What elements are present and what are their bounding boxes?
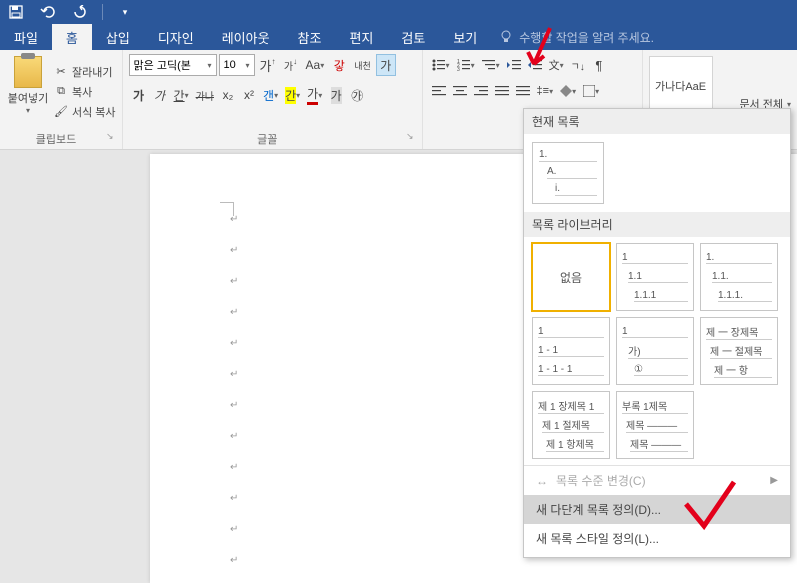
tab-home[interactable]: 홈 bbox=[52, 24, 92, 50]
clipboard-icon bbox=[14, 56, 42, 88]
list-library-item[interactable]: 1.1.1.1.1.1. bbox=[700, 243, 778, 311]
quick-access-toolbar: ▾ bbox=[0, 0, 797, 24]
redo-icon[interactable] bbox=[70, 2, 90, 22]
distribute-button[interactable] bbox=[513, 80, 533, 102]
svg-text:3: 3 bbox=[457, 67, 460, 71]
align-center-button[interactable] bbox=[450, 80, 470, 102]
font-size-combo[interactable]: 10 ▾ bbox=[219, 54, 255, 76]
tab-file[interactable]: 파일 bbox=[0, 24, 52, 50]
tab-design[interactable]: 디자인 bbox=[144, 24, 208, 50]
lightbulb-icon bbox=[499, 30, 513, 44]
character-border-button[interactable]: 가 bbox=[376, 54, 396, 76]
numbering-button[interactable]: 123▾ bbox=[454, 54, 478, 76]
phonetic-guide-button[interactable]: 내천 bbox=[351, 54, 374, 76]
highlight-button[interactable]: 간▾ bbox=[282, 84, 303, 106]
dialog-launcher-icon[interactable]: ↘ bbox=[106, 131, 114, 142]
ribbon-tabs: 파일 홈 삽입 디자인 레이아웃 참조 편지 검토 보기 수행할 작업을 알려 … bbox=[0, 24, 797, 50]
grow-font-button[interactable]: 가↑ bbox=[257, 54, 279, 76]
shading-button[interactable]: ▾ bbox=[557, 80, 579, 102]
subscript-button[interactable]: x₂ bbox=[218, 84, 238, 106]
brush-icon: 🖌 bbox=[54, 105, 68, 119]
bullets-button[interactable]: ▾ bbox=[429, 54, 453, 76]
group-clipboard: 붙여넣기 ▾ ✂ 잘라내기 ⧉ 복사 🖌 서식 복사 클립보드 ↘ bbox=[0, 50, 123, 149]
qat-customize-icon[interactable]: ▾ bbox=[115, 2, 135, 22]
save-icon[interactable] bbox=[6, 2, 26, 22]
text-effects-button[interactable]: 갠▾ bbox=[260, 84, 281, 106]
list-library-item[interactable]: 11 - 11 - 1 - 1 bbox=[532, 317, 610, 385]
increase-indent-button[interactable] bbox=[525, 54, 545, 76]
list-library-item[interactable]: 제 一 장제목제 一 절제목제 一 항 bbox=[700, 317, 778, 385]
clear-formatting-button[interactable]: 갛 bbox=[329, 54, 349, 76]
tell-me-search[interactable]: 수행할 작업을 알려 주세요. bbox=[499, 24, 654, 50]
tab-references[interactable]: 참조 bbox=[284, 24, 336, 50]
paste-label: 붙여넣기 bbox=[8, 90, 48, 106]
define-new-list-style-option[interactable]: 새 목록 스타일 정의(L)... bbox=[524, 524, 790, 553]
tab-mailings[interactable]: 편지 bbox=[335, 24, 387, 50]
chevron-down-icon: ▾ bbox=[246, 61, 250, 70]
group-font: 맑은 고딕(본▾ 10▾ 가↑ 가↓ Aa▾ 갛 내천 가 가 가 간▾ 가나 … bbox=[123, 50, 423, 149]
asian-layout-button[interactable]: 文▾ bbox=[546, 54, 567, 76]
italic-button[interactable]: 가 bbox=[150, 84, 170, 106]
enclose-characters-button[interactable]: ㉮ bbox=[347, 84, 367, 106]
justify-button[interactable] bbox=[492, 80, 512, 102]
cut-label: 잘라내기 bbox=[72, 64, 112, 80]
borders-button[interactable]: ▾ bbox=[580, 80, 602, 102]
current-list-preview[interactable]: 1. A. i. bbox=[532, 142, 604, 204]
chevron-down-icon: ▾ bbox=[208, 61, 212, 70]
font-name-value: 맑은 고딕(본 bbox=[134, 57, 191, 73]
dropdown-header-current: 현재 목록 bbox=[524, 109, 790, 134]
shrink-font-button[interactable]: 가↓ bbox=[281, 54, 301, 76]
list-library-item[interactable]: 1가)① bbox=[616, 317, 694, 385]
decrease-indent-button[interactable] bbox=[504, 54, 524, 76]
multilevel-list-button[interactable]: ▾ bbox=[479, 54, 503, 76]
format-painter-label: 서식 복사 bbox=[72, 104, 116, 120]
cut-button[interactable]: ✂ 잘라내기 bbox=[54, 64, 116, 80]
paste-button[interactable]: 붙여넣기 ▾ bbox=[6, 54, 50, 129]
scissors-icon: ✂ bbox=[54, 65, 68, 79]
font-size-value: 10 bbox=[224, 59, 236, 71]
tab-insert[interactable]: 삽입 bbox=[92, 24, 144, 50]
copy-icon: ⧉ bbox=[54, 85, 68, 99]
arrow-right-icon: ↔ bbox=[536, 474, 548, 488]
sort-button[interactable]: ㄱ↓ bbox=[568, 54, 588, 76]
group-font-label: 글꼴 bbox=[257, 134, 277, 146]
underline-button[interactable]: 간▾ bbox=[171, 84, 192, 106]
format-painter-button[interactable]: 🖌 서식 복사 bbox=[54, 104, 116, 120]
dropdown-header-library: 목록 라이브러리 bbox=[524, 212, 790, 237]
tab-review[interactable]: 검토 bbox=[387, 24, 439, 50]
align-left-button[interactable] bbox=[429, 80, 449, 102]
copy-button[interactable]: ⧉ 복사 bbox=[54, 84, 116, 100]
define-new-multilevel-list-option[interactable]: 새 다단계 목록 정의(D)... bbox=[524, 495, 790, 524]
copy-label: 복사 bbox=[72, 84, 92, 100]
list-library-grid: 없음 11.11.1.1 1.1.1.1.1.1. 11 - 11 - 1 - … bbox=[524, 237, 790, 465]
list-library-none[interactable]: 없음 bbox=[532, 243, 610, 311]
list-library-item[interactable]: 제 1 장제목 1제 1 절제목제 1 항제목 bbox=[532, 391, 610, 459]
character-shading-button[interactable]: 가 bbox=[326, 84, 346, 106]
chevron-down-icon: ▾ bbox=[26, 106, 30, 115]
strikethrough-button[interactable]: 가나 bbox=[193, 84, 217, 106]
show-marks-button[interactable]: ¶ bbox=[589, 54, 609, 76]
bold-button[interactable]: 가 bbox=[129, 84, 149, 106]
dialog-launcher-icon[interactable]: ↘ bbox=[406, 131, 414, 142]
style-preview-normal[interactable]: 가나다AaE bbox=[649, 56, 713, 116]
tell-me-placeholder: 수행할 작업을 알려 주세요. bbox=[519, 29, 654, 46]
superscript-button[interactable]: x² bbox=[239, 84, 259, 106]
left-margin-area bbox=[0, 150, 150, 583]
multilevel-list-dropdown: 현재 목록 1. A. i. 목록 라이브러리 없음 11.11.1.1 1.1… bbox=[523, 108, 791, 558]
change-case-button[interactable]: Aa▾ bbox=[303, 54, 328, 76]
chevron-right-icon: ▶ bbox=[770, 475, 778, 486]
line-spacing-button[interactable]: ‡≡▾ bbox=[534, 80, 557, 102]
change-list-level-option: ↔ 목록 수준 변경(C) ▶ bbox=[524, 466, 790, 495]
undo-icon[interactable] bbox=[38, 2, 58, 22]
paragraph-marks: ↵↵↵↵↵↵↵↵↵↵↵↵ bbox=[230, 214, 238, 566]
font-color-button[interactable]: 가▾ bbox=[304, 84, 325, 106]
align-right-button[interactable] bbox=[471, 80, 491, 102]
group-clipboard-label: 클립보드 bbox=[36, 134, 76, 146]
tab-layout[interactable]: 레이아웃 bbox=[208, 24, 284, 50]
font-name-combo[interactable]: 맑은 고딕(본 ▾ bbox=[129, 54, 217, 76]
tab-view[interactable]: 보기 bbox=[439, 24, 491, 50]
list-library-item[interactable]: 11.11.1.1 bbox=[616, 243, 694, 311]
list-library-item[interactable]: 부록 1제목제목 ———제목 ——— bbox=[616, 391, 694, 459]
